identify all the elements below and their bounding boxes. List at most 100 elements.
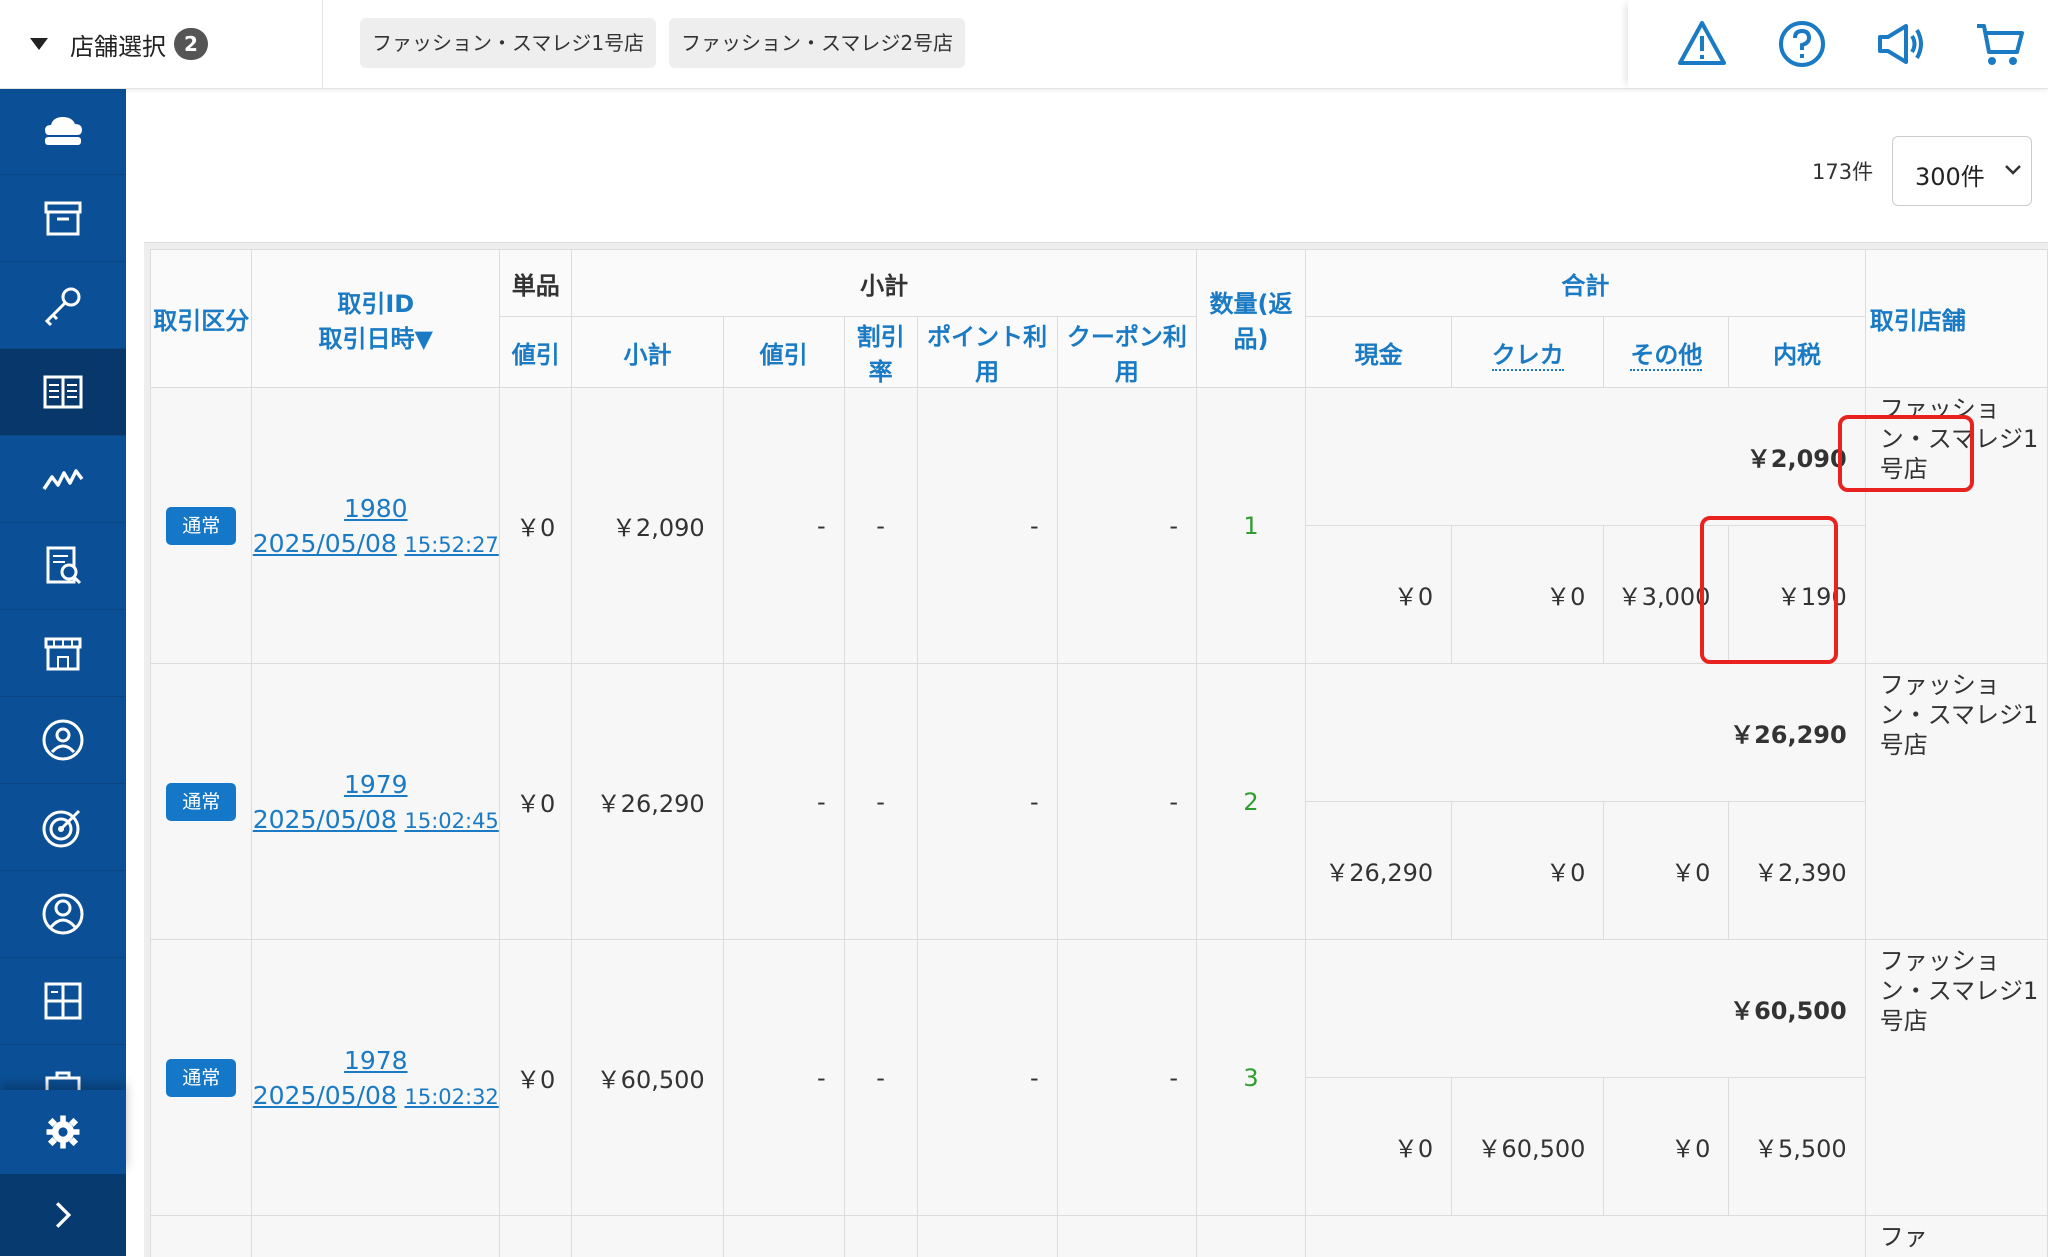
cell-qty: 1: [1197, 388, 1306, 664]
type-badge: 通常: [166, 1059, 236, 1097]
transaction-id-link[interactable]: 1979: [344, 770, 408, 799]
cell-total: ￥60,500: [1306, 940, 1866, 1078]
sidebar-item-customer[interactable]: [0, 697, 126, 784]
total-value: ￥26,290: [1730, 721, 1847, 749]
sidebar-expand-button[interactable]: [0, 1174, 126, 1256]
header-other-label: その他: [1630, 341, 1702, 371]
cell-id-datetime: 1978 2025/05/08 15:02:32: [252, 940, 500, 1216]
megaphone-icon[interactable]: [1874, 18, 1926, 70]
transaction-time-link[interactable]: 15:52:27: [404, 533, 498, 557]
table-row: 通常 1979 2025/05/08 15:02:45 ￥0 ￥26,290 -…: [151, 664, 2048, 802]
cell-other: ￥0: [1604, 802, 1729, 940]
cell-empty: [1306, 1216, 1866, 1257]
store-select-label: 店舗選択: [70, 27, 166, 62]
cell-sub-discount: -: [723, 388, 844, 664]
header-actions: [1628, 0, 2048, 88]
transactions-table: 取引区分 取引ID 取引日時▼ 単品 小計 数量(返品) 合計 取引店舗 値引 …: [150, 249, 2048, 1257]
chart-icon: [39, 455, 87, 503]
cell-item-discount: ￥0: [500, 664, 572, 940]
sidebar-item-target[interactable]: [0, 784, 126, 871]
sidebar-item-report[interactable]: [0, 523, 126, 610]
cell-subtotal: ￥60,500: [572, 940, 723, 1216]
sidebar-item-store[interactable]: [0, 610, 126, 697]
table-row: 通常 1978 2025/05/08 15:02:32 ￥0 ￥60,500 -…: [151, 940, 2048, 1078]
header-sub-discount[interactable]: 値引: [723, 317, 844, 388]
cell-item-discount: ￥0: [500, 940, 572, 1216]
cell-total: ￥2,090: [1306, 388, 1866, 526]
header-item-discount[interactable]: 値引: [500, 317, 572, 388]
header-credit-label: クレカ: [1492, 341, 1564, 371]
chevron-right-icon: [43, 1195, 83, 1235]
sidebar-item-cloud[interactable]: [0, 88, 126, 175]
sidebar-item-grid[interactable]: [0, 958, 126, 1045]
settings-button[interactable]: [0, 1090, 126, 1174]
header-coupon-use[interactable]: クーポン利用: [1057, 317, 1196, 388]
cart-icon[interactable]: [1974, 18, 2026, 70]
transaction-date-link[interactable]: 2025/05/08: [253, 1081, 397, 1110]
caret-down-icon: [30, 38, 48, 50]
header-qty[interactable]: 数量(返品): [1197, 250, 1306, 388]
transaction-time-link[interactable]: 15:02:45: [404, 809, 498, 833]
store-chip-2[interactable]: ファッション・スマレジ2号店: [669, 18, 965, 68]
cell-qty: 2: [1197, 664, 1306, 940]
cell-empty: [1057, 1216, 1196, 1257]
cell-cash: ￥0: [1306, 1078, 1452, 1216]
header-tax[interactable]: 内税: [1729, 317, 1865, 388]
header-other[interactable]: その他: [1604, 317, 1729, 388]
gear-icon: [41, 1110, 85, 1154]
cell-total: ￥26,290: [1306, 664, 1866, 802]
top-header: 店舗選択 2 ファッション・スマレジ1号店 ファッション・スマレジ2号店: [0, 0, 2048, 89]
sidebar-item-analytics[interactable]: [0, 436, 126, 523]
cell-empty: [844, 1216, 917, 1257]
transaction-id-link[interactable]: 1980: [344, 494, 408, 523]
header-store[interactable]: 取引店舗: [1865, 250, 2047, 388]
transaction-date-link[interactable]: 2025/05/08: [253, 529, 397, 558]
sidebar-item-archive[interactable]: [0, 175, 126, 262]
transaction-date-link[interactable]: 2025/05/08: [253, 805, 397, 834]
member-icon: [39, 890, 87, 938]
transaction-id-link[interactable]: 1978: [344, 1046, 408, 1075]
header-subtotal[interactable]: 小計: [572, 317, 723, 388]
per-page-value: 300件: [1915, 157, 1985, 192]
cell-empty: [500, 1216, 572, 1257]
store-select-toggle[interactable]: 店舗選択 2: [0, 0, 323, 88]
transaction-time-link[interactable]: 15:02:32: [404, 1085, 498, 1109]
header-total-group[interactable]: 合計: [1306, 250, 1866, 317]
cell-empty: [572, 1216, 723, 1257]
header-credit[interactable]: クレカ: [1452, 317, 1604, 388]
store-icon: [39, 629, 87, 677]
header-type[interactable]: 取引区分: [151, 250, 252, 388]
grid-icon: [39, 977, 87, 1025]
cell-cash: ￥26,290: [1306, 802, 1452, 940]
type-badge: 通常: [166, 783, 236, 821]
cell-empty: [252, 1216, 500, 1257]
cell-store: ファ: [1865, 1216, 2047, 1257]
cell-store: ファッション・スマレジ1号店: [1865, 664, 2047, 940]
store-chip-1[interactable]: ファッション・スマレジ1号店: [360, 18, 656, 68]
sidebar-item-key[interactable]: [0, 262, 126, 349]
header-cash[interactable]: 現金: [1306, 317, 1452, 388]
help-icon[interactable]: [1776, 18, 1828, 70]
header-id: 取引ID: [252, 284, 499, 319]
per-page-select[interactable]: 300件: [1892, 136, 2032, 206]
cell-empty: [917, 1216, 1057, 1257]
cell-store: ファッション・スマレジ1号店: [1865, 940, 2047, 1216]
sidebar-item-transactions[interactable]: [0, 349, 126, 436]
transactions-table-wrapper: 取引区分 取引ID 取引日時▼ 単品 小計 数量(返品) 合計 取引店舗 値引 …: [144, 242, 2048, 1257]
header-id-datetime[interactable]: 取引ID 取引日時▼: [252, 250, 500, 388]
cell-credit: ￥0: [1452, 802, 1604, 940]
type-badge: 通常: [166, 507, 236, 545]
sidebar-item-member[interactable]: [0, 871, 126, 958]
cell-coupon-use: -: [1057, 940, 1196, 1216]
cell-credit: ￥0: [1452, 526, 1604, 664]
cell-cash: ￥0: [1306, 526, 1452, 664]
cell-discount-rate: -: [844, 388, 917, 664]
cell-sub-discount: -: [723, 940, 844, 1216]
cell-type: 通常: [151, 664, 252, 940]
customer-icon: [39, 716, 87, 764]
header-point-use[interactable]: ポイント利用: [917, 317, 1057, 388]
target-icon: [39, 803, 87, 851]
header-discount-rate[interactable]: 割引率: [844, 317, 917, 388]
cell-point-use: -: [917, 664, 1057, 940]
warning-icon[interactable]: [1676, 18, 1728, 70]
